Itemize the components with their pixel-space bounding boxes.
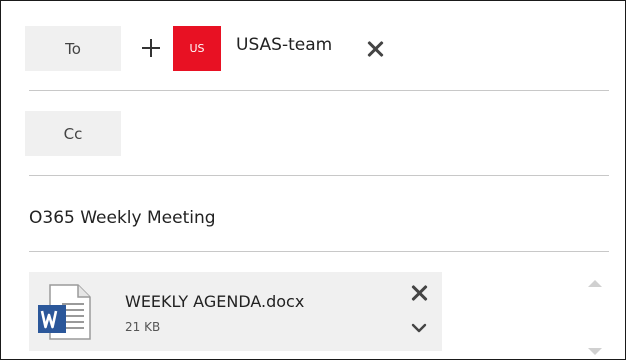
compose-panel: To US USAS-team Cc O365 Weekly Meeting W…: [0, 0, 626, 360]
to-button[interactable]: To: [25, 26, 121, 71]
word-document-icon: [38, 284, 91, 340]
to-divider: [29, 90, 609, 91]
cc-divider: [29, 175, 609, 176]
attachment-file-size: 21 KB: [125, 320, 161, 334]
subject-divider: [29, 251, 609, 252]
recipient-name[interactable]: USAS-team: [236, 35, 332, 55]
attachment-menu-chevron-down-icon[interactable]: [411, 322, 427, 334]
scroll-down-arrow-icon[interactable]: [588, 348, 602, 355]
recipient-avatar: US: [173, 26, 221, 71]
attachment-card[interactable]: WEEKLY AGENDA.docx 21 KB: [29, 272, 442, 351]
cc-button[interactable]: Cc: [25, 111, 121, 156]
attachment-file-name: WEEKLY AGENDA.docx: [125, 292, 305, 311]
remove-attachment-close-icon[interactable]: [411, 284, 429, 302]
subject-input[interactable]: O365 Weekly Meeting: [29, 208, 216, 228]
add-recipient-plus-icon[interactable]: [140, 37, 162, 59]
remove-recipient-close-icon[interactable]: [367, 40, 385, 58]
scroll-up-arrow-icon[interactable]: [588, 280, 602, 287]
